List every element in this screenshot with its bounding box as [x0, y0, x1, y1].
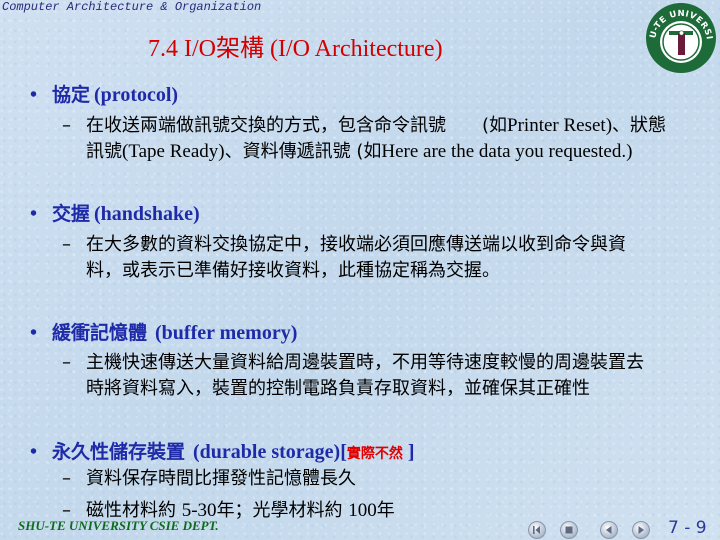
previous-slide-button[interactable]	[600, 521, 618, 539]
slide-title: 7.4 I/O架構 (I/O Architecture)	[148, 36, 443, 62]
bullet-dot: •	[30, 84, 38, 106]
next-slide-button[interactable]	[632, 521, 650, 539]
dash-marker: –	[62, 234, 71, 255]
bullet-heading-zh: 交握	[52, 203, 91, 225]
protocol-detail: – 在收送兩端做訊號交換的方式，包含命令訊號 (如Printer Reset)、…	[62, 113, 682, 165]
bullet-dot: •	[30, 441, 38, 463]
university-logo: SHU-TE UNIVERSITY	[645, 2, 716, 73]
buffer-memory-detail: – 主機快速傳送大量資料給周邊裝置時，不用等待速度較慢的周邊裝置去時將資料寫入，…	[62, 350, 652, 402]
end-show-button[interactable]	[560, 521, 578, 539]
course-header: Computer Architecture & Organization	[2, 0, 262, 14]
bullet-durable-storage: • 永久性儲存裝置 (durable storage)[實際不然 ]	[30, 441, 415, 463]
dash-marker: –	[62, 352, 71, 373]
dash-marker: –	[62, 115, 71, 136]
arrow-left-icon	[606, 526, 612, 534]
detail-text: 在大多數的資料交換協定中，接收端必須回應傳送端以收到命令與資料，或表示已準備好接…	[86, 234, 626, 281]
durable-storage-detail-1: – 資料保存時間比揮發性記憶體長久	[62, 466, 682, 492]
dash-marker: –	[62, 468, 71, 489]
footer-department: SHU-TE UNIVERSITY CSIE DEPT.	[18, 518, 219, 533]
arrow-right-icon	[638, 526, 644, 534]
detail-text: 資料保存時間比揮發性記憶體長久	[86, 468, 356, 489]
page-number: 7 - 9	[668, 518, 707, 538]
bullet-handshake: • 交握 (handshake)	[30, 199, 200, 226]
bullet-protocol: • 協定 (protocol)	[30, 80, 178, 107]
bullet-heading-en: (handshake)	[94, 203, 200, 225]
detail-text: 主機快速傳送大量資料給周邊裝置時，不用等待速度較慢的周邊裝置去時將資料寫入，裝置…	[86, 352, 644, 399]
bullet-heading-zh: 緩衝記憶體	[52, 322, 148, 344]
note-actually-not: 實際不然	[346, 446, 403, 462]
bullet-heading-zh: 永久性儲存裝置	[52, 441, 186, 463]
first-slide-button[interactable]	[528, 521, 546, 539]
bullet-heading-zh: 協定	[52, 84, 91, 106]
bullet-dot: •	[30, 203, 38, 225]
handshake-detail: – 在大多數的資料交換協定中，接收端必須回應傳送端以收到命令與資料，或表示已準備…	[62, 232, 652, 284]
skip-back-icon	[533, 526, 540, 534]
detail-text: 在收送兩端做訊號交換的方式，包含命令訊號 (如Printer Reset)、狀態…	[86, 115, 667, 162]
bullet-heading-en: (protocol)	[94, 84, 179, 106]
bullet-heading-en: (buffer memory)	[155, 322, 298, 344]
bullet-buffer-memory: • 緩衝記憶體 (buffer memory)	[30, 318, 297, 345]
bullet-heading-en: (durable storage)[	[193, 441, 347, 463]
bullet-dot: •	[30, 322, 38, 344]
stop-icon	[565, 526, 573, 534]
